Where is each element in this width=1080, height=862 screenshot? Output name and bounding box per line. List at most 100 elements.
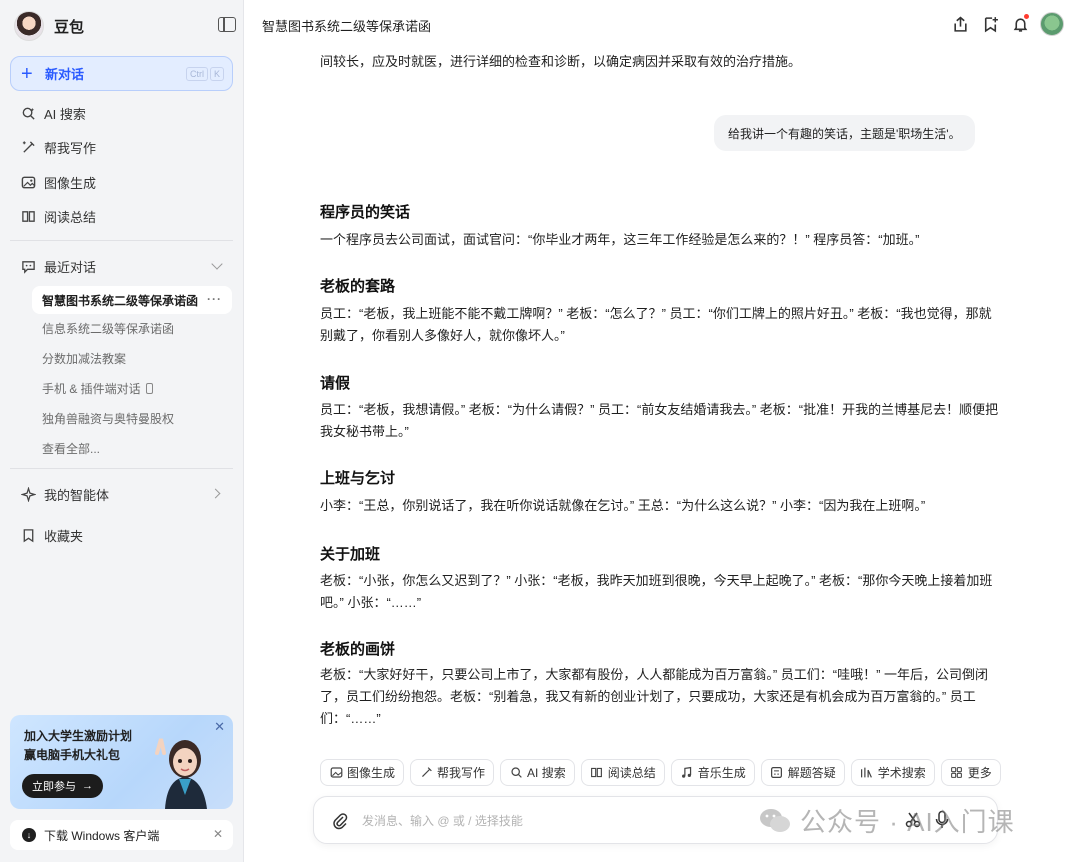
promo-card[interactable]: 加入大学生激励计划 赢电脑手机大礼包 立即参与 → ✕ [10, 715, 233, 809]
joke-title: 老板的画饼 [320, 641, 396, 658]
message-input[interactable]: 发消息、输入 @ 或 / 选择技能 [362, 812, 523, 829]
recent-item-label: 分数加减法教案 [42, 351, 127, 366]
skill-reading[interactable]: 阅读总结 [580, 759, 665, 786]
plus-icon: + [21, 62, 33, 85]
new-chat-button[interactable]: + 新对话 Ctrl K [10, 56, 233, 91]
image-icon [329, 766, 343, 780]
notification-dot [1024, 14, 1029, 19]
skill-label: 帮我写作 [437, 766, 486, 780]
previous-answer-tail: 间较长，应及时就医，进行详细的检查和诊断，以确定病因并采取有效的治疗措施。 [320, 54, 802, 69]
recent-item-label: 独角兽融资与奥特曼股权 [42, 411, 175, 426]
skill-label: 图像生成 [347, 766, 396, 780]
collapse-sidebar-icon[interactable] [218, 17, 236, 32]
joke-body: 员工：“老板，我上班能不能不戴工牌啊？” 老板：“怎么了？” 员工：“你们工牌上… [320, 306, 992, 343]
image-icon [20, 174, 36, 190]
divider [10, 240, 233, 241]
search-sparkle-icon [20, 105, 36, 121]
nav-label: 阅读总结 [44, 209, 97, 225]
skill-writing[interactable]: 帮我写作 [410, 759, 495, 786]
nav-label: 我的智能体 [44, 487, 110, 503]
nav-favorites[interactable]: 收藏夹 [10, 519, 233, 551]
share-icon[interactable] [950, 14, 970, 34]
divider [10, 468, 233, 469]
more-icon[interactable]: ··· [207, 292, 222, 306]
nav-label: 收藏夹 [44, 528, 84, 544]
top-bar: 智慧图书系统二级等保承诺函 [244, 0, 1080, 46]
joke-title: 老板的套路 [320, 278, 396, 295]
music-note-icon [680, 766, 694, 780]
conversation-title: 智慧图书系统二级等保承诺函 [262, 19, 432, 34]
chat-bubble-icon [20, 258, 36, 274]
chevron-down-icon [211, 258, 223, 270]
bookmark-add-icon[interactable] [980, 14, 1000, 34]
bell-icon[interactable] [1010, 14, 1030, 34]
wechat-icon [760, 808, 790, 832]
skill-label: 音乐生成 [697, 766, 746, 780]
promo-line-1: 加入大学生激励计划 [24, 729, 133, 743]
joke-body: 员工：“老板，我想请假。” 老板：“为什么请假？” 员工：“前女友结婚请我去。”… [320, 402, 999, 439]
skill-label: 阅读总结 [607, 766, 656, 780]
joke-body: 老板：“小张，你怎么又迟到了？” 小张：“老板，我昨天加班到很晚，今天早上起晚了… [320, 573, 993, 610]
nav-reading[interactable]: 阅读总结 [10, 200, 233, 232]
nav-label: 图像生成 [44, 175, 97, 191]
join-button[interactable]: 立即参与 → [22, 774, 103, 798]
download-label: 下载 Windows 客户端 [44, 828, 160, 843]
joke-body: 小李：“王总，你别说话了，我在听你说话就像在乞讨。” 王总：“为什么这么说？” … [320, 498, 926, 513]
nav-label: AI 搜索 [44, 106, 86, 122]
recent-item[interactable]: 分数加减法教案 [32, 344, 232, 372]
user-avatar[interactable] [1040, 12, 1064, 36]
promo-line-2: 赢电脑手机大礼包 [24, 748, 121, 762]
skill-label: 解题答疑 [787, 766, 836, 780]
recent-item-label: 智慧图书系统二级等保承诺函 [42, 293, 199, 308]
new-chat-label: 新对话 [45, 67, 85, 82]
phone-icon [145, 382, 153, 394]
brand-avatar [14, 11, 44, 41]
recent-item[interactable]: 信息系统二级等保承诺函 [32, 314, 232, 342]
user-message-bubble: 给我讲一个有趣的笑话，主题是'职场生活'。 [714, 115, 975, 151]
recent-header[interactable]: 最近对话 [10, 250, 233, 282]
kbd-ctrl: Ctrl [185, 67, 208, 81]
skill-image-gen[interactable]: 图像生成 [320, 759, 405, 786]
download-client-button[interactable]: ↓ 下载 Windows 客户端 ✕ [10, 820, 233, 850]
recent-item-label: 手机 & 插件端对话 [42, 381, 141, 396]
joke-body: 老板：“大家好好干，只要公司上市了，大家都有股份，人人都能成为百万富翁。” 员工… [320, 667, 989, 726]
skill-solve[interactable]: 解题答疑 [760, 759, 845, 786]
recent-item[interactable]: 手机 & 插件端对话 [32, 374, 232, 402]
sparkle-icon [20, 486, 36, 502]
close-icon[interactable]: ✕ [213, 827, 223, 841]
grid-icon [950, 766, 964, 780]
skill-ai-search[interactable]: AI 搜索 [500, 759, 575, 786]
recent-item[interactable]: 独角兽融资与奥特曼股权 [32, 404, 232, 432]
watermark-text: 公众号 · AI入门课 [800, 807, 1015, 837]
nav-image-gen[interactable]: 图像生成 [10, 166, 233, 198]
nav-label: 帮我写作 [44, 140, 97, 156]
calculator-icon [770, 766, 784, 780]
recent-item-active[interactable]: 智慧图书系统二级等保承诺函 ··· [32, 286, 232, 314]
shortcut-hint: Ctrl K [185, 67, 224, 81]
skill-more[interactable]: 更多 [940, 759, 1001, 786]
mascot-illustration [155, 738, 207, 809]
pen-icon [419, 766, 433, 780]
joke-title: 关于加班 [320, 546, 381, 563]
chevron-right-icon [210, 488, 221, 499]
view-all-link[interactable]: 查看全部... [32, 434, 232, 462]
book-icon [20, 208, 36, 224]
joke-title: 请假 [320, 375, 351, 392]
skill-label: 更多 [967, 766, 992, 780]
joke-title: 上班与乞讨 [320, 470, 396, 487]
nav-ai-search[interactable]: AI 搜索 [10, 97, 233, 129]
paperclip-icon[interactable] [332, 812, 348, 830]
nav-my-agents[interactable]: 我的智能体 [10, 478, 233, 510]
download-icon: ↓ [22, 828, 36, 842]
user-message-text: 给我讲一个有趣的笑话，主题是'职场生活'。 [728, 126, 961, 141]
view-all-label: 查看全部... [42, 441, 101, 456]
arrow-right-icon: → [82, 780, 93, 792]
skill-academic[interactable]: 学术搜索 [850, 759, 935, 786]
top-actions [950, 12, 1064, 36]
joke-body: 一个程序员去公司面试，面试官问：“你毕业才两年，这三年工作经验是怎么来的？！” … [320, 232, 920, 247]
skill-music[interactable]: 音乐生成 [670, 759, 755, 786]
wechat-watermark: 公众号 · AI入门课 [758, 802, 1015, 839]
book-icon [590, 766, 604, 780]
skill-label: 学术搜索 [877, 766, 926, 780]
nav-writing[interactable]: 帮我写作 [10, 131, 233, 163]
